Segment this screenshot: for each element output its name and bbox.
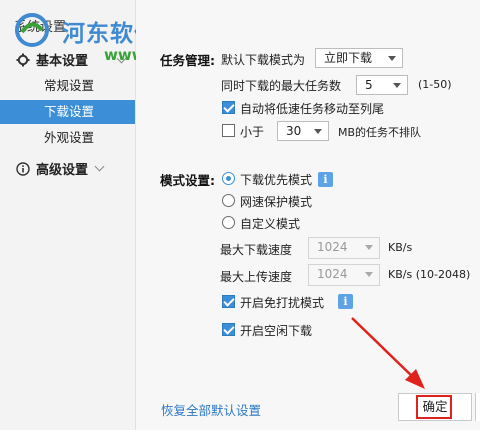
annotation-arrow xyxy=(351,317,425,389)
